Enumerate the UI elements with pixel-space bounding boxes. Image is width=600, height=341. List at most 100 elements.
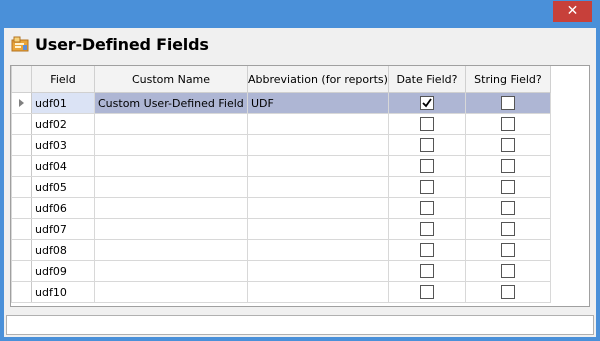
row-selector[interactable] <box>11 239 32 261</box>
row-selector[interactable] <box>11 218 32 240</box>
cell-custom-name[interactable] <box>94 197 248 219</box>
cell-abbreviation[interactable] <box>247 218 389 240</box>
string-field-checkbox[interactable] <box>500 264 515 278</box>
date-field-checkbox[interactable] <box>419 222 434 236</box>
cell-string-field[interactable] <box>464 281 551 303</box>
table-row[interactable]: udf03 <box>11 134 551 156</box>
cell-string-field[interactable] <box>464 239 551 261</box>
string-field-checkbox[interactable] <box>500 96 515 110</box>
cell-field[interactable]: udf09 <box>31 260 95 282</box>
cell-abbreviation[interactable] <box>247 176 389 198</box>
date-field-checkbox[interactable] <box>419 159 434 173</box>
column-header-field[interactable]: Field <box>31 66 95 93</box>
cell-string-field[interactable] <box>464 113 551 135</box>
row-selector[interactable] <box>11 134 32 156</box>
cell-custom-name[interactable] <box>94 218 248 240</box>
cell-date-field[interactable] <box>387 92 466 114</box>
cell-custom-name[interactable] <box>94 155 248 177</box>
cell-custom-name[interactable] <box>94 176 248 198</box>
cell-abbreviation[interactable] <box>247 260 389 282</box>
table-row[interactable]: udf02 <box>11 113 551 135</box>
string-field-checkbox[interactable] <box>500 243 515 257</box>
cell-string-field[interactable] <box>464 260 551 282</box>
column-header-abbreviation[interactable]: Abbreviation (for reports) <box>247 66 389 93</box>
title-bar[interactable]: ✕ <box>0 0 600 28</box>
string-field-checkbox[interactable] <box>500 159 515 173</box>
date-field-checkbox[interactable] <box>419 180 434 194</box>
column-header-string-field[interactable]: String Field? <box>464 66 551 93</box>
table-row[interactable]: udf06 <box>11 197 551 219</box>
cell-string-field[interactable] <box>464 92 551 114</box>
cell-custom-name[interactable] <box>94 239 248 261</box>
table-row[interactable]: udf05 <box>11 176 551 198</box>
cell-abbreviation[interactable] <box>247 239 389 261</box>
cell-date-field[interactable] <box>387 113 466 135</box>
cell-date-field[interactable] <box>387 239 466 261</box>
string-field-checkbox[interactable] <box>500 117 515 131</box>
cell-string-field[interactable] <box>464 197 551 219</box>
date-field-checkbox[interactable] <box>419 96 434 110</box>
cell-date-field[interactable] <box>387 281 466 303</box>
string-field-checkbox[interactable] <box>500 180 515 194</box>
cell-date-field[interactable] <box>387 260 466 282</box>
cell-abbreviation[interactable] <box>247 113 389 135</box>
row-selector[interactable] <box>11 176 32 198</box>
table-row[interactable]: udf08 <box>11 239 551 261</box>
row-selector[interactable] <box>11 113 32 135</box>
cell-field[interactable]: udf01 <box>31 92 95 114</box>
row-selector[interactable] <box>11 197 32 219</box>
cell-date-field[interactable] <box>387 176 466 198</box>
cell-field[interactable]: udf02 <box>31 113 95 135</box>
cell-custom-name[interactable] <box>94 134 248 156</box>
cell-field[interactable]: udf08 <box>31 239 95 261</box>
table-row[interactable]: udf04 <box>11 155 551 177</box>
cell-abbreviation[interactable] <box>247 134 389 156</box>
date-field-checkbox[interactable] <box>419 285 434 299</box>
row-selector[interactable] <box>11 92 32 114</box>
cell-string-field[interactable] <box>464 218 551 240</box>
string-field-checkbox[interactable] <box>500 138 515 152</box>
cell-field[interactable]: udf10 <box>31 281 95 303</box>
cell-custom-name[interactable]: Custom User-Defined Field <box>94 92 248 114</box>
cell-string-field[interactable] <box>464 134 551 156</box>
cell-abbreviation[interactable] <box>247 197 389 219</box>
date-field-checkbox[interactable] <box>419 117 434 131</box>
table-row[interactable]: udf07 <box>11 218 551 240</box>
cell-field[interactable]: udf05 <box>31 176 95 198</box>
cell-date-field[interactable] <box>387 197 466 219</box>
cell-abbreviation[interactable]: UDF <box>247 92 389 114</box>
date-field-checkbox[interactable] <box>419 264 434 278</box>
cell-date-field[interactable] <box>387 155 466 177</box>
cell-date-field[interactable] <box>387 134 466 156</box>
page-title: User-Defined Fields <box>35 35 209 54</box>
cell-abbreviation[interactable] <box>247 155 389 177</box>
cell-field[interactable]: udf04 <box>31 155 95 177</box>
cell-field[interactable]: udf03 <box>31 134 95 156</box>
string-field-checkbox[interactable] <box>500 285 515 299</box>
cell-date-field[interactable] <box>387 218 466 240</box>
row-selector[interactable] <box>11 260 32 282</box>
close-button[interactable]: ✕ <box>553 1 592 22</box>
date-field-checkbox[interactable] <box>419 243 434 257</box>
table-row[interactable]: udf01 Custom User-Defined Field UDF <box>11 92 551 114</box>
header: User-Defined Fields <box>4 28 596 61</box>
cell-field[interactable]: udf06 <box>31 197 95 219</box>
column-header-date-field[interactable]: Date Field? <box>387 66 466 93</box>
table-row[interactable]: udf09 <box>11 260 551 282</box>
row-selector[interactable] <box>11 281 32 303</box>
date-field-checkbox[interactable] <box>419 201 434 215</box>
cell-string-field[interactable] <box>464 155 551 177</box>
cell-field[interactable]: udf07 <box>31 218 95 240</box>
string-field-checkbox[interactable] <box>500 222 515 236</box>
cell-custom-name[interactable] <box>94 281 248 303</box>
cell-custom-name[interactable] <box>94 113 248 135</box>
cell-abbreviation[interactable] <box>247 281 389 303</box>
cell-custom-name[interactable] <box>94 260 248 282</box>
row-selector[interactable] <box>11 155 32 177</box>
udf-grid[interactable]: Field Custom Name Abbreviation (for repo… <box>10 65 590 307</box>
column-header-custom-name[interactable]: Custom Name <box>94 66 248 93</box>
date-field-checkbox[interactable] <box>419 138 434 152</box>
cell-string-field[interactable] <box>464 176 551 198</box>
string-field-checkbox[interactable] <box>500 201 515 215</box>
table-row[interactable]: udf10 <box>11 281 551 303</box>
